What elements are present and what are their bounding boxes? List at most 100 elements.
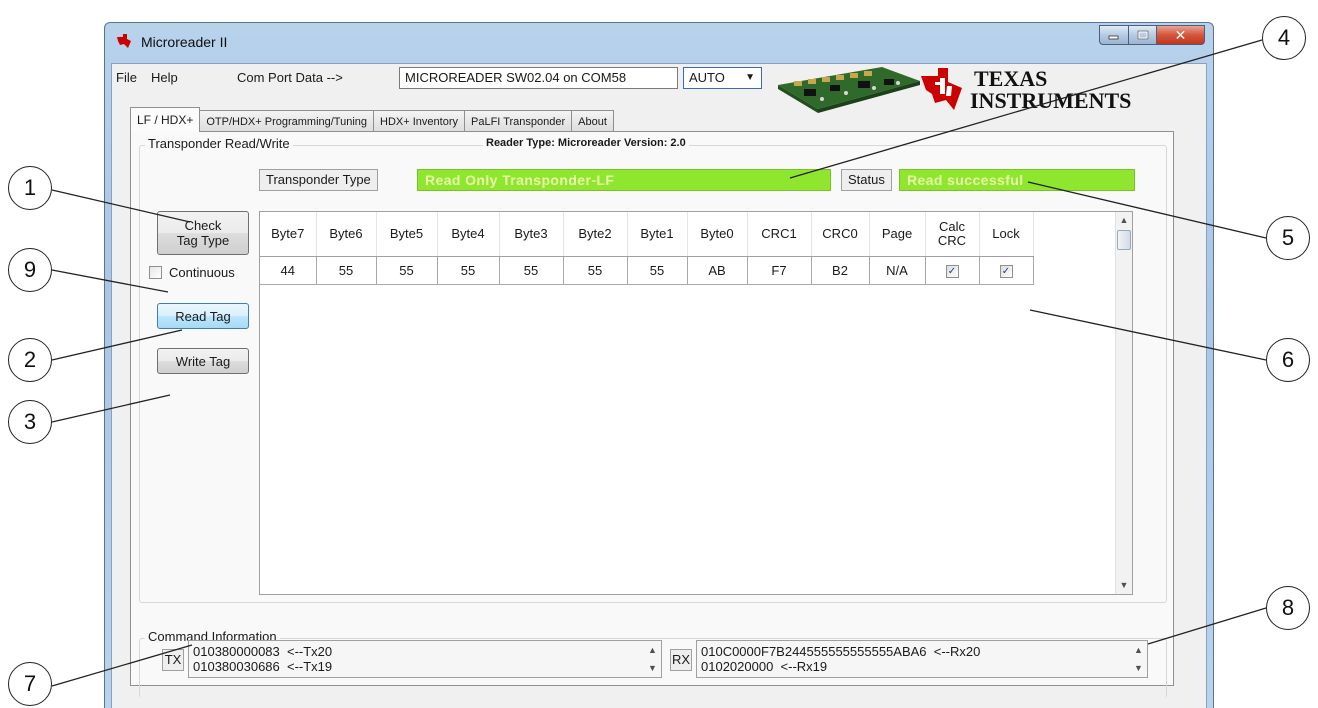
maximize-icon xyxy=(1137,30,1148,40)
window-controls: ✕ xyxy=(1099,25,1205,45)
tab-palfi-transponder[interactable]: PaLFI Transponder xyxy=(464,110,573,132)
scroll-thumb[interactable] xyxy=(1117,230,1131,250)
status-label: Status xyxy=(841,169,892,191)
write-tag-button[interactable]: Write Tag xyxy=(157,348,249,374)
scroll-up-icon[interactable]: ▲ xyxy=(1130,641,1147,659)
callout-6: 6 xyxy=(1266,338,1310,382)
ti-app-icon xyxy=(117,34,131,48)
cell-byte0[interactable]: AB xyxy=(687,256,748,285)
chevron-down-icon: ▼ xyxy=(745,72,755,83)
cell-crc1[interactable]: F7 xyxy=(747,256,812,285)
continuous-label: Continuous xyxy=(169,265,235,280)
title-bar[interactable]: Microreader II ✕ xyxy=(105,23,1213,63)
menu-file[interactable]: File xyxy=(116,70,137,85)
cell-byte6[interactable]: 55 xyxy=(316,256,377,285)
callout-7: 7 xyxy=(8,662,52,706)
ti-logo-line1: TEXAS xyxy=(974,66,1048,91)
tx-scrollbar[interactable]: ▲ ▼ xyxy=(644,641,661,677)
col-header[interactable]: Byte7 xyxy=(260,212,317,257)
cell-byte3[interactable]: 55 xyxy=(499,256,564,285)
col-header[interactable]: Byte6 xyxy=(316,212,377,257)
rx-scrollbar[interactable]: ▲ ▼ xyxy=(1130,641,1147,677)
cell-byte4[interactable]: 55 xyxy=(437,256,500,285)
continuous-checkbox-row[interactable]: Continuous xyxy=(149,265,235,280)
minimize-button[interactable] xyxy=(1099,25,1129,45)
rx-log-area[interactable]: 010C0000F7B244555555555555ABA6 <--Rx20 0… xyxy=(696,640,1148,678)
com-port-label: Com Port Data --> xyxy=(237,70,343,85)
read-tag-button[interactable]: Read Tag xyxy=(157,303,249,329)
minimize-icon xyxy=(1108,35,1119,40)
tab-page-lf-hdx: Transponder Read/Write Reader Type: Micr… xyxy=(130,131,1174,698)
col-header[interactable]: Page xyxy=(869,212,926,257)
menu-help[interactable]: Help xyxy=(151,70,178,85)
transponder-type-field: Read Only Transponder-LF xyxy=(417,169,831,191)
cell-byte2[interactable]: 55 xyxy=(563,256,628,285)
cell-crc0[interactable]: B2 xyxy=(811,256,870,285)
close-button[interactable]: ✕ xyxy=(1157,25,1205,45)
com-port-field[interactable]: MICROREADER SW02.04 on COM58 xyxy=(399,67,678,89)
tab-hdx-inventory[interactable]: HDX+ Inventory xyxy=(373,110,465,132)
tab-otp-programming[interactable]: OTP/HDX+ Programming/Tuning xyxy=(199,110,375,132)
table-row[interactable]: 44 55 55 55 55 55 55 AB F7 B2 N/A ✓ ✓ xyxy=(260,256,1034,285)
check-tag-type-button[interactable]: Check Tag Type xyxy=(157,211,249,255)
tab-lf-hdx[interactable]: LF / HDX+ xyxy=(130,107,201,132)
reader-board-image xyxy=(778,67,920,113)
reader-info: Reader Type: Microreader Version: 2.0 xyxy=(483,137,689,149)
cell-calc-crc[interactable]: ✓ xyxy=(925,256,980,285)
callout-5: 5 xyxy=(1266,216,1310,260)
cell-page[interactable]: N/A xyxy=(869,256,926,285)
app-window: Microreader II ✕ File Help Com Port Data… xyxy=(104,22,1214,708)
col-header[interactable]: Calc CRC xyxy=(925,212,980,257)
callout-1: 1 xyxy=(8,166,52,210)
col-header[interactable]: CRC1 xyxy=(747,212,812,257)
tx-log-area[interactable]: 010380000083 <--Tx20 010380030686 <--Tx1… xyxy=(188,640,662,678)
rx-label: RX xyxy=(670,649,692,671)
status-field: Read successful xyxy=(899,169,1135,191)
lock-checkbox[interactable]: ✓ xyxy=(999,265,1013,278)
continuous-checkbox[interactable] xyxy=(149,266,162,279)
write-tag-label: Write Tag xyxy=(175,353,231,369)
scroll-down-icon[interactable]: ▼ xyxy=(644,659,661,677)
callout-9: 9 xyxy=(8,248,52,292)
rx-line-1: 010C0000F7B244555555555555ABA6 <--Rx20 xyxy=(701,644,981,659)
maximize-button[interactable] xyxy=(1129,25,1157,45)
col-header[interactable]: Byte1 xyxy=(627,212,688,257)
col-header[interactable]: Byte0 xyxy=(687,212,748,257)
tx-line-2: 010380030686 <--Tx19 xyxy=(193,659,333,674)
tab-about[interactable]: About xyxy=(571,110,614,132)
scroll-up-icon[interactable]: ▲ xyxy=(1116,212,1132,229)
cell-byte5[interactable]: 55 xyxy=(376,256,438,285)
cell-byte7[interactable]: 44 xyxy=(260,256,317,285)
callout-8: 8 xyxy=(1266,586,1310,630)
rx-line-2: 0102020000 <--Rx19 xyxy=(701,659,828,674)
calc-crc-checkbox[interactable]: ✓ xyxy=(945,265,959,278)
menu-bar: File Help xyxy=(116,70,192,85)
ti-logo-wordmark: TEXAS INSTRUMENTS xyxy=(970,68,1131,112)
tx-label: TX xyxy=(162,649,184,671)
grid-scrollbar[interactable]: ▲ ▼ xyxy=(1115,212,1132,594)
transponder-type-label: Transponder Type xyxy=(259,169,378,191)
col-header[interactable]: Byte5 xyxy=(376,212,438,257)
tx-line-1: 010380000083 <--Tx20 xyxy=(193,644,333,659)
ti-logo-icon xyxy=(921,68,962,110)
col-header-label: Calc CRC xyxy=(937,218,967,248)
cell-byte1[interactable]: 55 xyxy=(627,256,688,285)
mode-select-value: AUTO xyxy=(689,70,725,85)
mode-select[interactable]: AUTO ▼ xyxy=(683,67,762,89)
callout-2: 2 xyxy=(8,338,52,382)
ti-logo-line2: INSTRUMENTS xyxy=(970,88,1132,113)
col-header[interactable]: Byte4 xyxy=(437,212,500,257)
tab-strip: LF / HDX+ OTP/HDX+ Programming/Tuning HD… xyxy=(130,107,614,132)
scroll-down-icon[interactable]: ▼ xyxy=(1130,659,1147,677)
close-icon: ✕ xyxy=(1174,26,1187,43)
col-header[interactable]: Lock xyxy=(979,212,1034,257)
col-header[interactable]: Byte3 xyxy=(499,212,564,257)
scroll-up-icon[interactable]: ▲ xyxy=(644,641,661,659)
callout-3: 3 xyxy=(8,400,52,444)
col-header[interactable]: Byte2 xyxy=(563,212,628,257)
scroll-down-icon[interactable]: ▼ xyxy=(1116,577,1132,594)
cell-lock[interactable]: ✓ xyxy=(979,256,1034,285)
tag-data-grid[interactable]: Byte7 Byte6 Byte5 Byte4 Byte3 Byte2 Byte… xyxy=(259,211,1133,595)
col-header[interactable]: CRC0 xyxy=(811,212,870,257)
window-title: Microreader II xyxy=(141,34,228,50)
